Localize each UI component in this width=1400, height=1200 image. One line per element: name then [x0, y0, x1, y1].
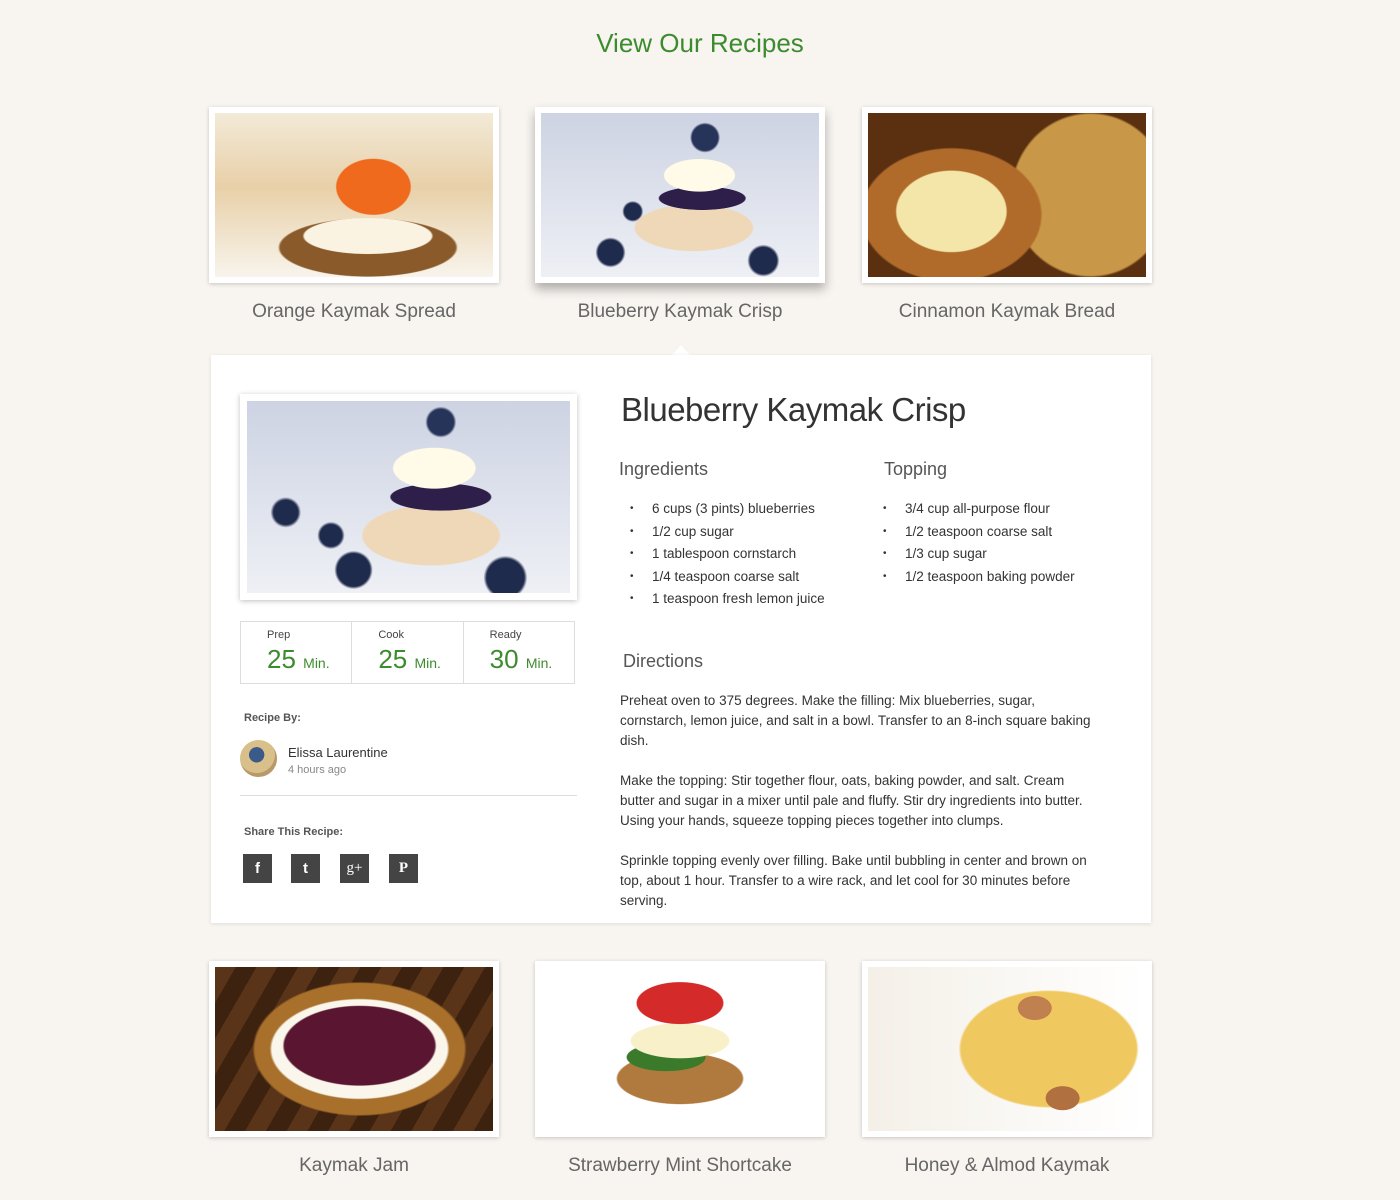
author-name[interactable]: Elissa Laurentine — [288, 745, 388, 760]
stat-ready: Ready 30 Min. — [464, 622, 574, 683]
recipe-label: Cinnamon Kaymak Bread — [898, 301, 1116, 322]
list-item: 1 teaspoon fresh lemon juice — [630, 591, 825, 614]
divider — [240, 795, 577, 796]
twitter-icon[interactable]: t — [291, 854, 320, 883]
stat-unit: Min. — [525, 655, 553, 671]
ingredients-list: 6 cups (3 pints) blueberries1/2 cup suga… — [630, 501, 825, 614]
page-title: View Our Recipes — [596, 28, 804, 58]
stat-label: Prep — [267, 629, 291, 641]
stat-prep: Prep 25 Min. — [241, 622, 353, 683]
directions-text: Preheat oven to 375 degrees. Make the fi… — [620, 691, 1100, 931]
topping-heading: Topping — [884, 459, 948, 479]
list-item: 3/4 cup all-purpose flour — [883, 501, 1075, 524]
list-item: 1/2 teaspoon coarse salt — [883, 524, 1075, 547]
recipe-detail-image — [240, 394, 577, 600]
recipe-card-cinnamon-kaymak-bread[interactable]: Cinnamon Kaymak Bread — [862, 107, 1152, 323]
pinterest-icon[interactable]: P — [389, 854, 418, 883]
recipe-label: Kaymak Jam — [299, 1155, 409, 1176]
recipe-title: Blueberry Kaymak Crisp — [621, 391, 966, 428]
recipe-label: Strawberry Mint Shortcake — [568, 1155, 792, 1176]
recipe-image — [868, 113, 1146, 277]
stat-unit: Min. — [303, 655, 330, 671]
recipe-label: Orange Kaymak Spread — [252, 301, 456, 322]
recipe-image — [215, 967, 493, 1131]
time-stats: Prep 25 Min. Cook 25 Min. Ready 30 Min. — [240, 621, 575, 684]
recipe-card-strawberry-mint-shortcake[interactable]: Strawberry Mint Shortcake — [535, 961, 825, 1177]
list-item: 1/3 cup sugar — [883, 546, 1075, 569]
direction-paragraph: Make the topping: Stir together flour, o… — [620, 773, 1083, 828]
author-time: 4 hours ago — [288, 764, 347, 776]
recipe-card-kaymak-jam[interactable]: Kaymak Jam — [209, 961, 499, 1177]
recipe-label: Blueberry Kaymak Crisp — [577, 301, 783, 322]
recipe-card-orange-kaymak-spread[interactable]: Orange Kaymak Spread — [209, 107, 499, 323]
directions-heading: Directions — [623, 651, 704, 671]
facebook-icon[interactable]: f — [243, 854, 272, 883]
list-item: 1/2 teaspoon baking powder — [883, 569, 1075, 592]
list-item: 1/4 teaspoon coarse salt — [630, 569, 825, 592]
stat-unit: Min. — [414, 655, 441, 671]
list-item: 1/2 cup sugar — [630, 524, 825, 547]
recipe-image — [868, 967, 1146, 1131]
share-label: Share This Recipe: — [244, 826, 344, 838]
direction-paragraph: Sprinkle topping evenly over filling. Ba… — [620, 853, 1087, 908]
ingredients-heading: Ingredients — [619, 459, 709, 479]
direction-paragraph: Preheat oven to 375 degrees. Make the fi… — [620, 693, 1091, 748]
google-plus-icon[interactable]: g+ — [340, 854, 369, 883]
recipe-image — [215, 113, 493, 277]
avatar[interactable] — [240, 740, 277, 777]
recipe-card-honey-almod-kaymak[interactable]: Honey & Almod Kaymak — [862, 961, 1152, 1177]
recipe-by-label: Recipe By: — [244, 712, 301, 724]
list-item: 6 cups (3 pints) blueberries — [630, 501, 825, 524]
stat-label: Cook — [378, 629, 405, 641]
recipe-image — [541, 967, 819, 1131]
recipe-image — [541, 113, 819, 277]
active-pointer — [672, 345, 690, 355]
stat-cook: Cook 25 Min. — [352, 622, 464, 683]
topping-list: 3/4 cup all-purpose flour1/2 teaspoon co… — [883, 501, 1075, 591]
stat-value: 25 — [267, 644, 296, 674]
recipe-detail-panel: Prep 25 Min. Cook 25 Min. Ready 30 Min. Rec… — [211, 355, 1151, 923]
stat-value: 25 — [378, 644, 408, 674]
list-item: 1 tablespoon cornstarch — [630, 546, 825, 569]
stat-value: 30 — [489, 644, 519, 674]
recipe-label: Honey & Almod Kaymak — [904, 1155, 1110, 1176]
recipe-card-blueberry-kaymak-crisp[interactable]: Blueberry Kaymak Crisp — [535, 107, 825, 323]
stat-label: Ready — [489, 629, 522, 641]
